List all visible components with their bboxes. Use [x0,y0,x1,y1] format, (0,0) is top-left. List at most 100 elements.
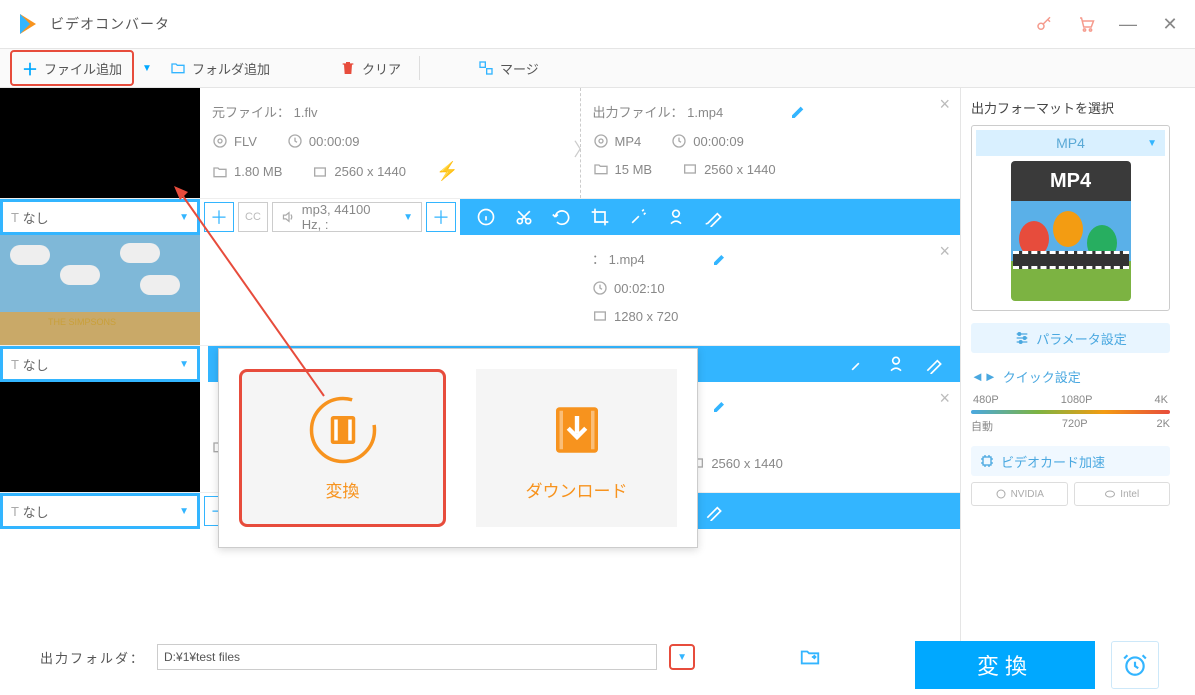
rotate-icon[interactable] [552,207,572,227]
folder-size-icon [593,161,609,177]
convert-label: 変換 [326,477,360,502]
out-res: 2560 x 1440 [711,456,783,471]
add-file-dropdown[interactable]: ▼ [134,63,160,74]
watermark-icon[interactable] [666,207,686,227]
edit-icon[interactable] [790,104,806,120]
output-folder-dropdown[interactable]: ▼ [669,644,695,670]
effects-icon[interactable] [848,354,868,374]
subtitle-value: なし [23,208,49,227]
src-duration: 00:00:09 [309,134,360,149]
resolution-icon [592,308,608,324]
clock-icon [671,133,687,149]
convert-icon [308,395,378,465]
edit-text-icon[interactable] [924,354,944,374]
gpu-label: ビデオカード加速 [1001,452,1105,471]
audio-value: mp3, 44100 Hz, : [302,202,393,232]
source-file-label: 元ファイル： 1.flv [212,102,317,121]
subtitle-select[interactable]: T なし▼ [3,349,197,379]
trash-icon [340,60,356,76]
subtitle-select[interactable]: T なし▼ [3,202,197,232]
nvidia-badge[interactable]: NVIDIA [971,482,1068,506]
clock-icon [287,133,303,149]
src-format: FLV [234,134,257,149]
intel-badge[interactable]: Intel [1074,482,1171,506]
parameter-settings-button[interactable]: パラメータ設定 [971,323,1170,353]
convert-mode-card[interactable]: 変換 [239,369,446,527]
effects-icon[interactable] [628,207,648,227]
quick-settings-label: ◄►クイック設定 [971,367,1170,386]
disc-icon [593,133,609,149]
out-format: MP4 [615,134,642,149]
thumbnail[interactable] [0,382,200,492]
remove-file-button[interactable]: × [939,241,950,262]
open-folder-icon[interactable] [799,646,821,668]
subtitle-value: なし [23,502,49,521]
format-name: MP4 [1056,135,1085,151]
edit-text-icon[interactable] [704,501,724,521]
output-folder-label: 出力フォルダ： [40,648,145,667]
merge-button[interactable]: マージ [468,55,549,82]
sliders-icon [1014,330,1030,346]
edit-icon[interactable] [712,398,728,414]
add-folder-button[interactable]: フォルダ追加 [160,55,280,82]
add-audio-button[interactable]: ＋ [426,202,456,232]
cut-icon[interactable] [514,207,534,227]
schedule-button[interactable] [1111,641,1159,689]
folder-icon [170,60,186,76]
add-subtitle-button[interactable]: ＋ [204,202,234,232]
edit-icon[interactable] [712,251,728,267]
remove-file-button[interactable]: × [939,94,950,115]
quality-slider[interactable]: 480P1080P4K 自動720P2K [971,394,1170,434]
clear-label: クリア [362,59,401,78]
add-file-label: ファイル追加 [44,59,122,78]
info-icon[interactable] [476,207,496,227]
src-size: 1.80 MB [234,164,282,179]
sidebar-title: 出力フォーマットを選択 [971,98,1170,117]
out-duration: 00:00:09 [693,134,744,149]
key-icon[interactable] [1035,15,1053,33]
bolt-icon: ⚡ [436,161,458,182]
app-title: ビデオコンバータ [50,14,170,34]
resolution-icon [682,161,698,177]
merge-icon [478,60,494,76]
param-label: パラメータ設定 [1036,329,1127,348]
add-folder-label: フォルダ追加 [192,59,270,78]
download-label: ダウンロード [526,477,628,502]
output-folder-input[interactable] [157,644,657,670]
minimize-button[interactable]: — [1119,14,1137,35]
remove-file-button[interactable]: × [939,388,950,409]
app-logo-icon [16,12,40,36]
out-res: 1280 x 720 [614,309,678,324]
output-file-label: 出力ファイル： 1.mp4 [593,102,724,121]
resolution-icon [312,164,328,180]
format-selector[interactable]: MP4▼ MP4 [971,125,1170,311]
thumbnail[interactable]: THE SIMPSONS [0,235,200,345]
gpu-accel-button[interactable]: ビデオカード加速 [971,446,1170,476]
thumbnail[interactable] [0,88,200,198]
cart-icon[interactable] [1077,15,1095,33]
clock-icon [592,280,608,296]
close-button[interactable]: ✕ [1161,14,1179,35]
output-file-label: ： 1.mp4 [592,249,645,268]
crop-icon[interactable] [590,207,610,227]
download-mode-card[interactable]: ダウンロード [476,369,677,527]
edit-text-icon[interactable] [704,207,724,227]
audio-select[interactable]: mp3, 44100 Hz, :▼ [272,202,422,232]
speaker-icon [281,209,296,225]
clear-button[interactable]: クリア [330,55,411,82]
folder-size-icon [212,164,228,180]
out-duration: 00:02:10 [614,281,665,296]
add-file-button[interactable]: ＋ ファイル追加 [10,50,134,86]
subtitle-value: なし [23,355,49,374]
out-res: 2560 x 1440 [704,162,776,177]
download-icon [542,395,612,465]
src-res: 2560 x 1440 [334,164,406,179]
watermark-icon[interactable] [886,354,906,374]
subtitle-select[interactable]: T なし▼ [3,496,197,526]
convert-button[interactable]: 変換 [915,641,1095,689]
format-card-label: MP4 [1011,161,1131,201]
thumb-text: THE SIMPSONS [48,317,116,327]
chip-icon [979,453,995,469]
out-size: 15 MB [615,162,653,177]
cc-button[interactable]: CC [238,202,268,232]
